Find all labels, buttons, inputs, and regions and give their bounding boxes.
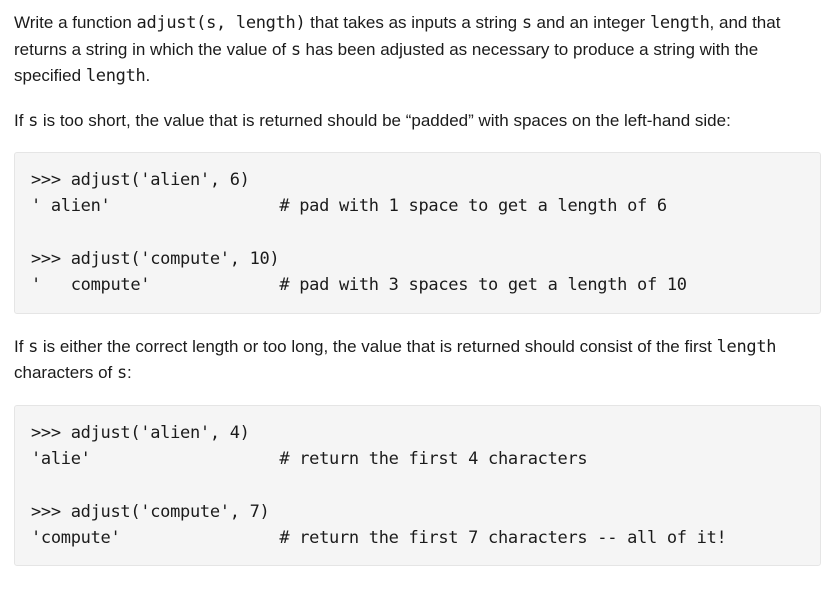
paragraph-intro: Write a function adjust(s, length) that … xyxy=(14,10,821,90)
code-example-truncate: >>> adjust('alien', 4) 'alie' # return t… xyxy=(14,405,821,567)
code-s: s xyxy=(28,337,38,357)
text: Write a function xyxy=(14,13,137,32)
code-length: length xyxy=(86,66,146,86)
paragraph-long-case: If s is either the correct length or too… xyxy=(14,334,821,387)
code-s: s xyxy=(291,40,301,60)
code-length: length xyxy=(650,13,710,33)
text: is too short, the value that is returned… xyxy=(38,111,731,130)
text: characters of xyxy=(14,363,117,382)
code-example-padding: >>> adjust('alien', 6) ' alien' # pad wi… xyxy=(14,152,821,314)
code-length: length xyxy=(717,337,777,357)
text: : xyxy=(127,363,132,382)
text: . xyxy=(145,66,150,85)
code-s: s xyxy=(28,111,38,131)
text: If xyxy=(14,337,28,356)
text: that takes as inputs a string xyxy=(305,13,521,32)
text: and an integer xyxy=(532,13,650,32)
code-adjust-signature: adjust(s, length) xyxy=(137,13,306,33)
text: is either the correct length or too long… xyxy=(38,337,716,356)
code-s: s xyxy=(117,363,127,383)
paragraph-short-case: If s is too short, the value that is ret… xyxy=(14,108,821,135)
code-s: s xyxy=(522,13,532,33)
text: If xyxy=(14,111,28,130)
